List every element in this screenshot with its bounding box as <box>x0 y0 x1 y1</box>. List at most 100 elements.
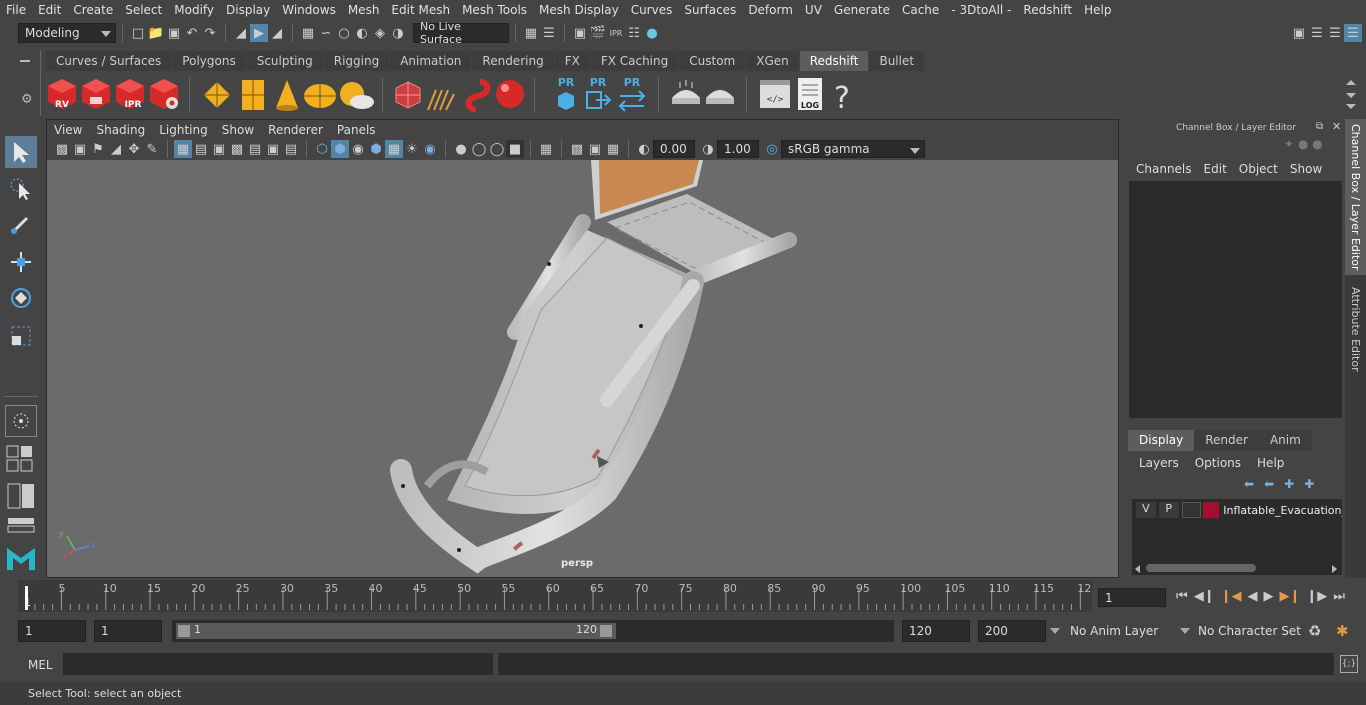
redshift-settings-icon[interactable] <box>150 79 178 109</box>
viewport-menu-view[interactable]: View <box>47 123 89 137</box>
chevron-down-icon[interactable] <box>1050 628 1060 634</box>
resolution-gate-icon[interactable]: ▣ <box>210 140 228 158</box>
2d-pan-zoom-icon[interactable]: ✥ <box>125 140 143 158</box>
wireframe-icon[interactable]: ⬡ <box>313 140 331 158</box>
new-scene-icon[interactable]: □ <box>129 24 147 42</box>
mode-selector[interactable]: Modeling <box>18 23 116 43</box>
ipr-render-icon[interactable]: IPR <box>607 24 625 42</box>
live-surface-field[interactable]: No Live Surface <box>413 20 509 46</box>
viewport-menu-lighting[interactable]: Lighting <box>152 123 215 137</box>
tab-bullet[interactable]: Bullet <box>869 51 925 71</box>
step-forward-key-icon[interactable]: ▶❙ <box>1279 589 1300 604</box>
shelf-settings-icon[interactable]: ⚙ <box>21 92 33 107</box>
log-icon[interactable]: LOG <box>798 78 822 110</box>
menu-redshift[interactable]: Redshift <box>1017 3 1078 17</box>
gamma-field[interactable]: 1.00 <box>717 140 759 158</box>
color-management-icon[interactable]: ◎ <box>763 140 781 158</box>
menu-3dtoall[interactable]: - 3DtoAll - <box>945 3 1017 17</box>
menu-windows[interactable]: Windows <box>276 3 342 17</box>
tab-anim[interactable]: Anim <box>1258 430 1312 451</box>
redshift-hair-icon[interactable] <box>427 89 455 111</box>
character-set-selector[interactable]: No Character Set <box>1198 624 1301 638</box>
backface-culling-icon[interactable]: ▦ <box>604 140 622 158</box>
redo-icon[interactable]: ↷ <box>201 24 219 42</box>
tab-xgen[interactable]: XGen <box>746 51 799 71</box>
tab-rendering[interactable]: Rendering <box>472 51 554 71</box>
menu-edit[interactable]: Edit <box>32 3 67 17</box>
menu-cache[interactable]: Cache <box>896 3 945 17</box>
render-frame-icon[interactable]: 🎬 <box>589 24 607 42</box>
channel-box-toggle-icon[interactable]: ☰ <box>1344 24 1362 42</box>
redshift-ipr-icon[interactable]: IPR <box>116 79 144 110</box>
film-gate-icon[interactable]: ▤ <box>192 140 210 158</box>
viewport-menu-show[interactable]: Show <box>215 123 261 137</box>
snap-grid-icon[interactable]: ▦ <box>299 24 317 42</box>
menu-mesh[interactable]: Mesh <box>342 3 386 17</box>
menu-channel-show[interactable]: Show <box>1284 162 1328 176</box>
go-to-start-icon[interactable]: ⏮ <box>1176 589 1188 604</box>
script-editor-button-icon[interactable]: {;} <box>1340 655 1358 673</box>
tab-render[interactable]: Render <box>1194 430 1259 451</box>
snap-live-icon[interactable]: ◑ <box>389 24 407 42</box>
redshift-mesh-icon[interactable] <box>395 81 421 109</box>
menu-uv[interactable]: UV <box>799 3 828 17</box>
pr-object-icon[interactable]: PR <box>558 76 575 110</box>
menu-mesh-display[interactable]: Mesh Display <box>533 3 625 17</box>
screen-space-ao-icon[interactable]: ● <box>452 140 470 158</box>
tab-sculpting[interactable]: Sculpting <box>246 51 323 71</box>
range-start-grip[interactable] <box>178 625 190 637</box>
start-time-field[interactable]: 1 <box>18 620 86 642</box>
scroll-right-icon[interactable] <box>1332 565 1337 573</box>
menu-mesh-tools[interactable]: Mesh Tools <box>456 3 533 17</box>
redshift-sun-sky-icon[interactable] <box>340 82 374 109</box>
layout-single-icon[interactable] <box>5 443 37 473</box>
scale-tool-icon[interactable] <box>5 320 37 352</box>
move-layer-up-icon[interactable]: ⬅ <box>1244 477 1254 491</box>
redshift-volume-icon[interactable] <box>242 80 264 110</box>
select-hierarchy-icon[interactable]: ◢ <box>232 24 250 42</box>
playback-start-field[interactable]: 1 <box>94 620 162 642</box>
modeling-toolkit-icon[interactable]: ▣ <box>1290 24 1308 42</box>
layer-playback-toggle[interactable]: P <box>1158 502 1179 518</box>
menu-layers[interactable]: Layers <box>1124 456 1187 470</box>
end-time-field[interactable]: 200 <box>978 620 1046 642</box>
select-tool-icon[interactable] <box>5 136 37 168</box>
snap-view-icon[interactable]: ◐ <box>353 24 371 42</box>
3d-viewport[interactable]: y x z persp <box>47 160 1118 577</box>
tab-animation[interactable]: Animation <box>390 51 472 71</box>
step-back-icon[interactable]: ◀❙ <box>1194 589 1215 604</box>
new-layer-icon[interactable]: ✚ <box>1284 477 1294 491</box>
side-tab-channel-box[interactable]: Channel Box / Layer Editor <box>1345 119 1366 275</box>
layer-type-toggle[interactable] <box>1181 502 1202 518</box>
menu-channel-object[interactable]: Object <box>1233 162 1284 176</box>
redshift-sphere-icon[interactable] <box>496 80 524 108</box>
shelf-scroll-icon[interactable] <box>1346 80 1356 109</box>
lasso-tool-icon[interactable] <box>5 173 37 205</box>
current-frame-field[interactable]: 1 <box>1098 588 1166 607</box>
redshift-spot-light-icon[interactable] <box>276 80 298 111</box>
xray-active-icon[interactable]: ▣ <box>586 140 604 158</box>
bookmark-icon[interactable]: ⚑ <box>89 140 107 158</box>
paint-select-tool-icon[interactable] <box>5 208 37 240</box>
layer-name[interactable]: Inflatable_Evacuation_ <box>1223 504 1342 517</box>
depth-of-field-icon[interactable]: ■ <box>506 140 524 158</box>
bake-icon[interactable] <box>672 80 700 104</box>
safe-action-icon[interactable]: ▣ <box>264 140 282 158</box>
play-forwards-icon[interactable]: ▶ <box>1263 589 1273 604</box>
wireframe-on-shaded-icon[interactable]: ◉ <box>349 140 367 158</box>
animation-preferences-icon[interactable]: ✱ <box>1336 622 1349 640</box>
tab-fx-caching[interactable]: FX Caching <box>590 51 679 71</box>
mel-label[interactable]: MEL <box>28 658 53 672</box>
tab-polygons[interactable]: Polygons <box>172 51 246 71</box>
menu-curves[interactable]: Curves <box>625 3 679 17</box>
bake-options-icon[interactable] <box>706 90 734 104</box>
tab-curves-surfaces[interactable]: Curves / Surfaces <box>46 51 172 71</box>
layer-scrollbar[interactable] <box>1132 563 1342 573</box>
menu-surfaces[interactable]: Surfaces <box>678 3 742 17</box>
smooth-shade-icon[interactable]: ⬢ <box>331 140 349 158</box>
menu-file[interactable]: File <box>0 3 32 17</box>
menu-generate[interactable]: Generate <box>828 3 896 17</box>
tab-custom[interactable]: Custom <box>679 51 746 71</box>
history-icon[interactable]: ▦ <box>522 24 540 42</box>
time-slider[interactable]: 5 10 15 20 25 30 35 40 45 50 55 60 65 70 75 80 85 90 95 100… <box>0 578 1366 616</box>
